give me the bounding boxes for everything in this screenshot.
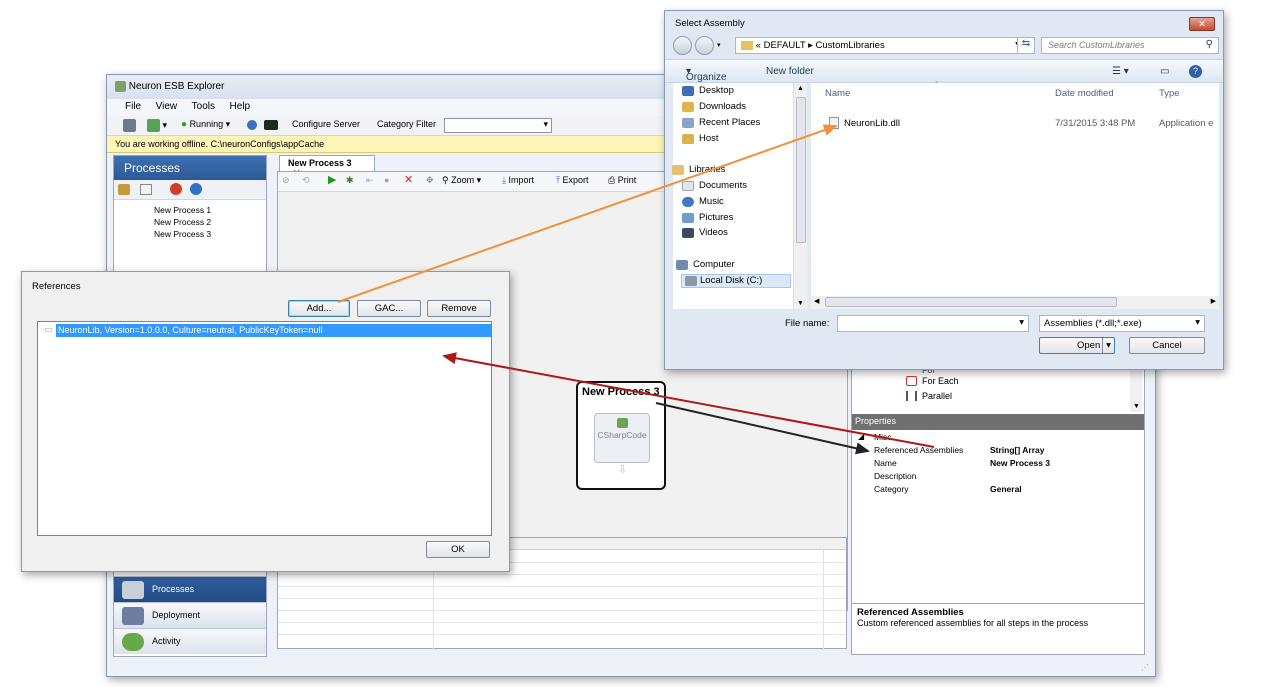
annotation-arrows xyxy=(337,124,935,455)
orange-arrow xyxy=(337,124,838,303)
red-arrow xyxy=(442,352,935,448)
dark-arrow xyxy=(655,402,870,455)
